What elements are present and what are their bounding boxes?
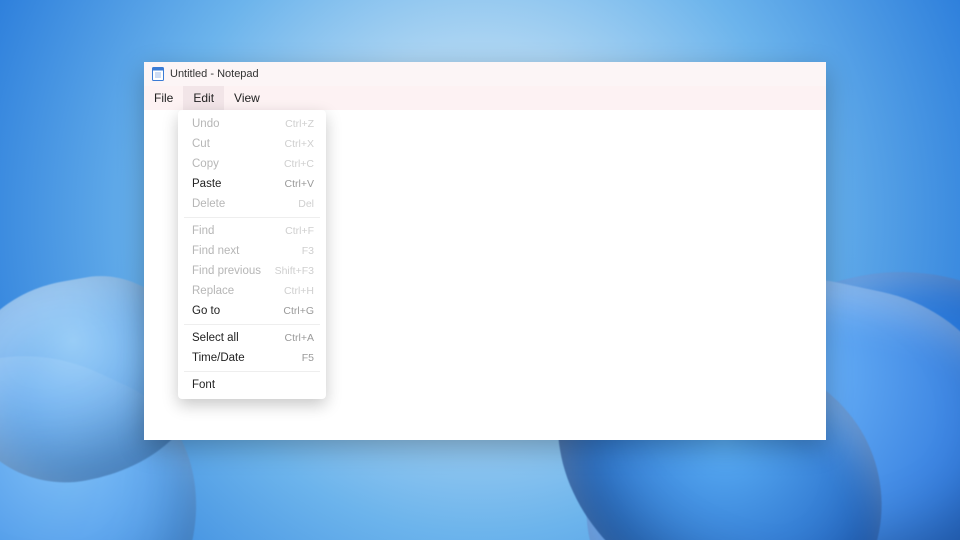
menu-item-go-to[interactable]: Go to Ctrl+G	[178, 301, 326, 321]
menu-item-shortcut: Ctrl+F	[285, 225, 314, 237]
notepad-icon	[152, 67, 164, 81]
menu-item-shortcut: F3	[302, 245, 314, 257]
menu-item-label: Cut	[192, 138, 210, 150]
menu-item-shortcut: Ctrl+C	[284, 158, 314, 170]
menu-item-find-previous[interactable]: Find previous Shift+F3	[178, 261, 326, 281]
menu-separator	[184, 324, 320, 325]
menu-item-label: Undo	[192, 118, 220, 130]
menu-item-shortcut: Ctrl+X	[285, 138, 314, 150]
menu-item-select-all[interactable]: Select all Ctrl+A	[178, 328, 326, 348]
menu-view[interactable]: View	[224, 86, 270, 110]
menu-item-label: Select all	[192, 332, 239, 344]
menu-edit-label: Edit	[193, 91, 214, 105]
menu-item-label: Go to	[192, 305, 220, 317]
desktop: Untitled - Notepad File Edit View Undo C…	[0, 0, 960, 540]
menu-item-replace[interactable]: Replace Ctrl+H	[178, 281, 326, 301]
menu-file[interactable]: File	[144, 86, 183, 110]
menu-item-shortcut: Ctrl+G	[283, 305, 314, 317]
menu-view-label: View	[234, 91, 260, 105]
menu-file-label: File	[154, 91, 173, 105]
menu-item-label: Replace	[192, 285, 234, 297]
menu-item-font[interactable]: Font	[178, 375, 326, 395]
menu-item-shortcut: F5	[302, 352, 314, 364]
menu-item-delete[interactable]: Delete Del	[178, 194, 326, 214]
menu-item-shortcut: Ctrl+V	[285, 178, 314, 190]
menu-separator	[184, 217, 320, 218]
menu-item-time-date[interactable]: Time/Date F5	[178, 348, 326, 368]
menubar: File Edit View	[144, 86, 826, 110]
menu-item-undo[interactable]: Undo Ctrl+Z	[178, 114, 326, 134]
titlebar[interactable]: Untitled - Notepad	[144, 62, 826, 86]
menu-item-label: Find next	[192, 245, 239, 257]
menu-item-copy[interactable]: Copy Ctrl+C	[178, 154, 326, 174]
menu-item-shortcut: Del	[298, 198, 314, 210]
menu-item-shortcut: Ctrl+H	[284, 285, 314, 297]
menu-item-label: Time/Date	[192, 352, 245, 364]
menu-item-label: Font	[192, 379, 215, 391]
menu-item-find-next[interactable]: Find next F3	[178, 241, 326, 261]
window-title: Untitled - Notepad	[170, 68, 259, 80]
menu-item-label: Find previous	[192, 265, 261, 277]
menu-item-shortcut: Ctrl+Z	[285, 118, 314, 130]
menu-item-label: Copy	[192, 158, 219, 170]
menu-item-cut[interactable]: Cut Ctrl+X	[178, 134, 326, 154]
menu-separator	[184, 371, 320, 372]
menu-item-label: Find	[192, 225, 214, 237]
menu-item-shortcut: Ctrl+A	[285, 332, 314, 344]
menu-item-paste[interactable]: Paste Ctrl+V	[178, 174, 326, 194]
menu-item-shortcut: Shift+F3	[275, 265, 314, 277]
menu-edit[interactable]: Edit	[183, 86, 224, 110]
menu-item-label: Delete	[192, 198, 225, 210]
menu-item-find[interactable]: Find Ctrl+F	[178, 221, 326, 241]
edit-menu-dropdown: Undo Ctrl+Z Cut Ctrl+X Copy Ctrl+C Paste…	[178, 110, 326, 399]
menu-item-label: Paste	[192, 178, 221, 190]
